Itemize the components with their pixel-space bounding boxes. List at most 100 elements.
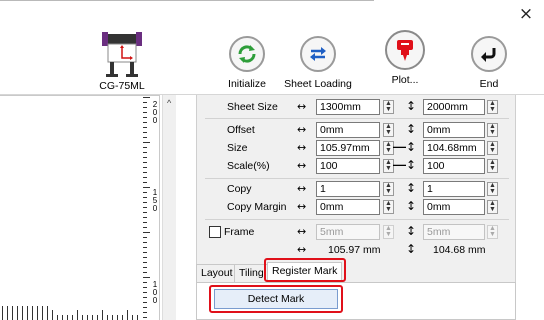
size-label: Size: [227, 142, 248, 154]
tab-layout[interactable]: Layout: [196, 264, 238, 282]
copy-margin-y-spinner[interactable]: ▲ ▼: [487, 200, 498, 214]
spin-down-icon[interactable]: ▼: [488, 147, 497, 154]
ruler-tick: [143, 172, 147, 173]
ruler-tick: [143, 177, 147, 178]
spin-down-icon[interactable]: ▼: [384, 231, 393, 238]
spin-down-icon[interactable]: ▼: [384, 106, 393, 113]
ruler-tick: [143, 167, 147, 168]
ruler-tick: [143, 182, 147, 183]
sheet-width-field[interactable]: 1300mm: [316, 99, 380, 115]
ruler-tick: [143, 297, 147, 298]
ruler-tick: [112, 315, 113, 320]
scale-y-field[interactable]: 100: [423, 158, 485, 174]
sheet-width-spinner[interactable]: ▲ ▼: [383, 100, 394, 114]
register-mark-tab-highlight: [264, 258, 346, 282]
ruler-tick: [143, 222, 147, 223]
spin-down-icon[interactable]: ▼: [384, 165, 393, 172]
copy-y-spinner[interactable]: ▲ ▼: [487, 182, 498, 196]
close-button[interactable]: ×: [516, 4, 536, 24]
horizontal-arrow-icon: ↔: [297, 243, 307, 256]
scroll-up-icon[interactable]: ^: [167, 98, 171, 108]
spin-down-icon[interactable]: ▼: [488, 129, 497, 136]
scale-x-field[interactable]: 100: [316, 158, 380, 174]
ruler-tick: [52, 310, 53, 320]
spin-down-icon[interactable]: ▼: [488, 188, 497, 195]
scale-y-spinner[interactable]: ▲ ▼: [487, 159, 498, 173]
offset-x-field[interactable]: 0mm: [316, 122, 380, 138]
ruler-tick: [62, 315, 63, 320]
offset-x-spinner[interactable]: ▲ ▼: [383, 123, 394, 137]
vertical-ruler: 2 0 0 1 5 0 1 0 0: [143, 95, 159, 320]
frame-x-spinner[interactable]: ▲ ▼: [383, 225, 394, 239]
initialize-button[interactable]: Initialize: [212, 36, 282, 90]
layout-preview[interactable]: [0, 95, 160, 320]
title-bar: [0, 0, 544, 28]
ruler-tick: [143, 267, 147, 268]
spin-down-icon[interactable]: ▼: [488, 165, 497, 172]
vertical-arrow-icon: ↕: [406, 181, 417, 195]
ruler-tick: [143, 102, 147, 103]
copy-margin-x-field[interactable]: 0mm: [316, 199, 380, 215]
frame-checkbox[interactable]: [209, 226, 221, 238]
copy-x-field[interactable]: 1: [316, 181, 380, 197]
ruler-tick: [32, 306, 33, 320]
size-height-spinner[interactable]: ▲ ▼: [487, 141, 498, 155]
sheet-size-row: Sheet Size ↔ 1300mm ▲ ▼ ↕ 2000mm ▲ ▼: [197, 99, 517, 117]
ruler-tick: [132, 315, 133, 320]
size-height-field[interactable]: 104.68mm: [423, 140, 485, 156]
sheet-height-spinner[interactable]: ▲ ▼: [487, 100, 498, 114]
ruler-tick: [122, 315, 123, 320]
plotter-icon[interactable]: [98, 30, 146, 82]
horizontal-arrow-icon: ↔: [297, 159, 307, 172]
copy-x-spinner[interactable]: ▲ ▼: [383, 182, 394, 196]
vertical-arrow-icon: ↕: [406, 99, 417, 113]
horizontal-arrow-icon: ↔: [297, 225, 307, 238]
ruler-tick: [143, 232, 150, 233]
top-border: [0, 0, 374, 1]
vertical-arrow-icon: ↕: [406, 199, 417, 213]
vertical-scrollbar[interactable]: [162, 95, 176, 320]
spin-down-icon[interactable]: ▼: [488, 231, 497, 238]
vertical-arrow-icon: ↕: [406, 224, 417, 238]
spin-down-icon[interactable]: ▼: [384, 188, 393, 195]
spin-down-icon[interactable]: ▼: [384, 129, 393, 136]
ruler-tick: [143, 242, 147, 243]
offset-y-spinner[interactable]: ▲ ▼: [487, 123, 498, 137]
sheet-loading-button[interactable]: Sheet Loading: [283, 36, 353, 90]
spin-down-icon[interactable]: ▼: [488, 206, 497, 213]
frame-y-spinner[interactable]: ▲ ▼: [487, 225, 498, 239]
frame-x-field[interactable]: 5mm: [316, 224, 380, 240]
copy-margin-label: Copy Margin: [227, 201, 287, 213]
ruler-tick: [67, 315, 68, 320]
ruler-tick: [143, 257, 147, 258]
spin-down-icon[interactable]: ▼: [384, 206, 393, 213]
plot-button[interactable]: Plot...: [370, 30, 440, 86]
ruler-tick: [143, 282, 147, 283]
spin-down-icon[interactable]: ▼: [384, 147, 393, 154]
result-height: 104.68 mm: [433, 244, 486, 256]
vertical-arrow-icon: ↕: [406, 242, 417, 256]
copy-y-field[interactable]: 1: [423, 181, 485, 197]
frame-y-field[interactable]: 5mm: [423, 224, 485, 240]
spin-down-icon[interactable]: ▼: [488, 106, 497, 113]
ruler-tick: [143, 122, 147, 123]
divider: [205, 178, 509, 179]
horizontal-arrow-icon: ↔: [297, 123, 307, 136]
divider: [205, 219, 509, 220]
copy-margin-y-field[interactable]: 0mm: [423, 199, 485, 215]
ruler-tick: [77, 310, 78, 320]
frame-label: Frame: [224, 226, 255, 238]
size-width-field[interactable]: 105.97mm: [316, 140, 380, 156]
copy-margin-x-spinner[interactable]: ▲ ▼: [383, 200, 394, 214]
ruler-tick: [143, 302, 147, 303]
ruler-tick: [143, 307, 147, 308]
ruler-tick: [143, 147, 147, 148]
copy-label: Copy: [227, 183, 252, 195]
copy-margin-row: Copy Margin ↔ 0mm ▲ ▼ ↕ 0mm ▲ ▼: [197, 199, 517, 217]
ruler-tick: [143, 292, 147, 293]
sheet-height-field[interactable]: 2000mm: [423, 99, 485, 115]
end-button[interactable]: End: [454, 36, 524, 90]
result-size-row: ↔ 105.97 mm ↕ 104.68 mm: [197, 242, 517, 260]
offset-y-field[interactable]: 0mm: [423, 122, 485, 138]
ruler-tick: [87, 315, 88, 320]
